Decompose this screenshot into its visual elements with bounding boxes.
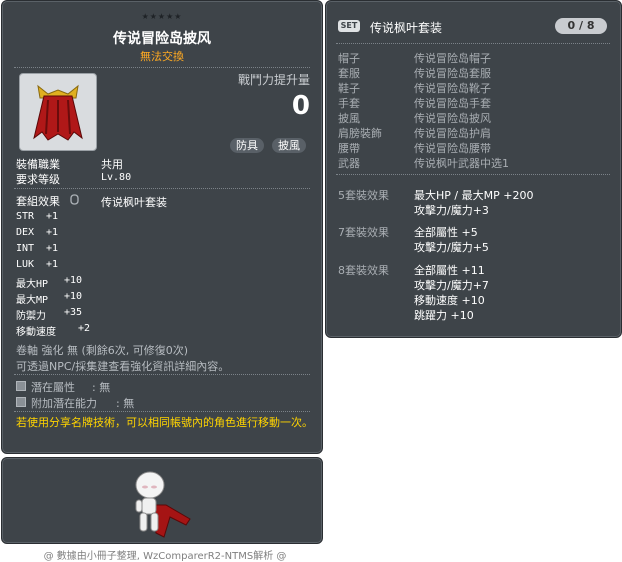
stat-defense: 防禦力 +35 [16,307,82,322]
set-info-panel: SET 传说枫叶套装 0 / 8 帽子 传说冒险岛帽子 套服 传说冒险岛套服 鞋… [325,0,622,338]
set-bonus-label: 7套裝效果 [338,226,389,239]
set-bonus-line: 全部屬性 +11 [414,264,485,277]
divider [14,67,310,68]
stat-value: +10 [64,291,83,302]
job-label: 裝備職業 [16,158,60,171]
stat-value: +1 [46,243,59,254]
set-part-name: 传说冒险岛套服 [414,67,491,80]
star-rating: ★★★★★ [141,12,183,21]
potential-label: 潛在屬性 [31,381,75,394]
stat-name: STR [16,211,35,222]
category-tag-cape: 披風 [272,138,306,153]
stat-max-hp: 最大HP +10 [16,275,82,290]
stat-max-mp: 最大MP +10 [16,291,82,306]
set-part-slot: 腰帶 [338,142,360,155]
set-part-name: 传说冒险岛披风 [414,112,491,125]
set-badge: SET [338,20,360,32]
set-effect-label: 套組效果 [16,195,60,208]
power-increase-value: 0 [291,91,310,121]
set-bonus-line: 攻擊力/魔力+3 [414,204,489,217]
stat-value: +35 [64,307,83,318]
potential-value: : 無 [92,381,111,394]
set-part-slot: 套服 [338,67,360,80]
stat-name: INT [16,243,35,254]
set-bonus-line: 攻擊力/魔力+7 [414,279,489,292]
set-bonus-line: 攻擊力/魔力+5 [414,241,489,254]
set-part-name: 传说冒险岛手套 [414,97,491,110]
stat-value: +2 [78,323,91,334]
stat-luk: LUK +1 [16,259,58,270]
set-bonus-line: 最大HP / 最大MP +200 [414,189,534,202]
set-bonus-label: 5套裝效果 [338,189,389,202]
potential-icon [16,381,26,391]
job-value: 共用 [101,158,123,171]
stat-name: 防禦力 [16,311,46,322]
stat-value: +10 [64,275,83,286]
stat-name: 移動速度 [16,327,56,338]
stat-int: INT +1 [16,243,58,254]
character-avatar-icon [135,471,191,538]
set-part-name: 传说枫叶武器中选1 [414,157,509,170]
additional-potential-label: 附加潛在能力 [31,397,97,410]
divider [14,188,310,189]
set-part-slot: 武器 [338,157,360,170]
power-increase-label: 戰鬥力提升量 [237,73,310,87]
set-bonus-line: 全部屬性 +5 [414,226,478,239]
divider [14,411,310,412]
item-name: 传说冒险岛披风 [113,31,211,47]
divider [14,374,310,375]
stat-speed: 移動速度 +2 [16,323,90,338]
set-part-slot: 鞋子 [338,82,360,95]
stat-name: LUK [16,259,35,270]
set-bonus-line: 跳躍力 +10 [414,309,474,322]
item-icon-frame [19,73,97,151]
set-part-slot: 帽子 [338,52,360,65]
stat-value: +1 [46,211,59,222]
level-label: 要求等级 [16,173,60,186]
stat-value: +1 [46,227,59,238]
stat-value: +1 [46,259,59,270]
set-part-name: 传说冒险岛靴子 [414,82,491,95]
stat-name: 最大HP [16,279,49,290]
set-count-badge: 0 / 8 [555,18,607,34]
stat-name: DEX [16,227,35,238]
set-bonus-line: 移動速度 +10 [414,294,485,307]
set-part-slot: 肩膀裝飾 [338,127,382,140]
share-name-tag-warning: 若使用分享名牌技術，可以相同帳號內的角色進行移動一次。 [16,416,313,429]
set-part-slot: 披風 [338,112,360,125]
set-part-name: 传说冒险岛帽子 [414,52,491,65]
divider [336,174,610,175]
cape-icon [33,84,83,141]
set-effect-value: 传说枫叶套装 [101,196,167,209]
item-tooltip-panel: ★★★★★ 传说冒险岛披风 無法交換 戰鬥力提升量 0 防具 披風 裝備職業 共… [1,0,323,454]
enhance-info: 可透過NPC/採集建查看強化資訊詳細內容。 [16,360,230,373]
level-value: Lv.80 [101,172,132,183]
scroll-info: 卷軸 強化 無 (剩餘6次, 可修復0次) [16,344,189,357]
magnifier-icon[interactable] [70,194,79,205]
category-tag-armor: 防具 [230,138,264,153]
stat-dex: DEX +1 [16,227,58,238]
additional-potential-icon [16,397,26,407]
set-part-name: 传说冒险岛护肩 [414,127,491,140]
set-title: 传说枫叶套装 [370,21,443,35]
character-preview-panel [1,457,323,544]
divider [336,43,610,44]
footer-credit: @ 數據由小冊子整理, WzComparerR2-NTMS解析 @ [43,551,287,562]
set-part-name: 传说冒险岛腰带 [414,142,491,155]
additional-potential-value: : 無 [116,397,135,410]
trade-status: 無法交換 [140,50,184,63]
stat-str: STR +1 [16,211,58,222]
stat-name: 最大MP [16,295,49,306]
set-part-slot: 手套 [338,97,360,110]
set-bonus-label: 8套裝效果 [338,264,389,277]
